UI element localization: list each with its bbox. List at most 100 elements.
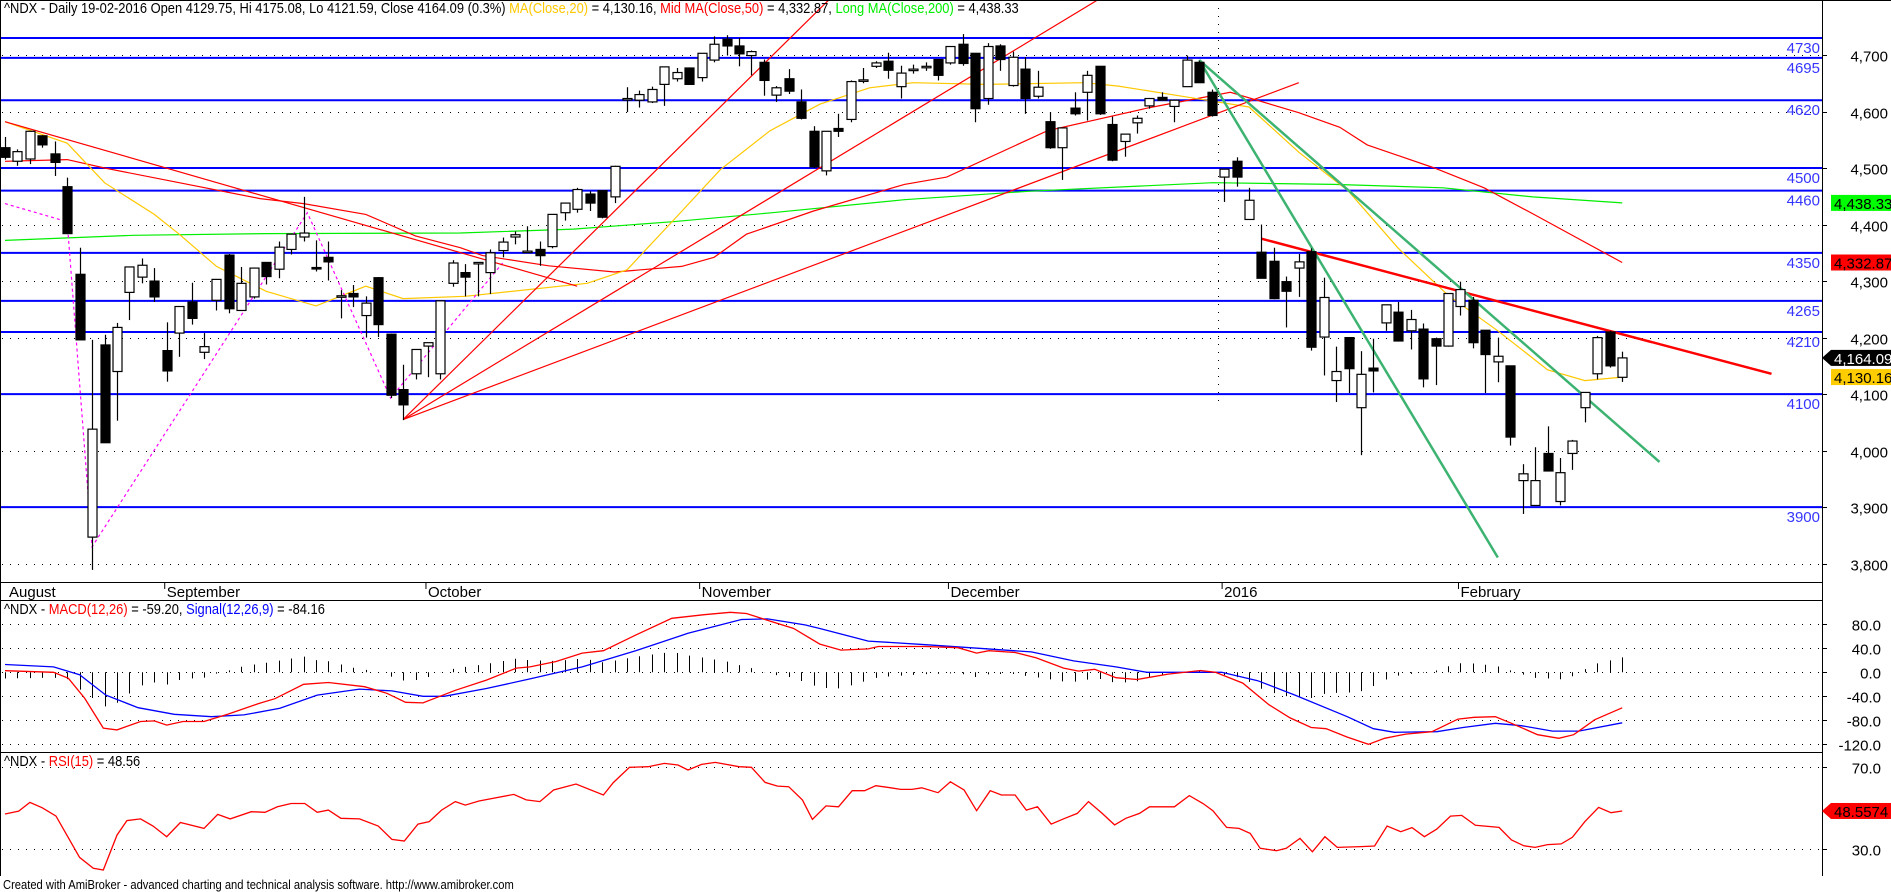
candle-up: [1580, 391, 1591, 409]
candle-up: [299, 232, 310, 238]
candle-up: [336, 295, 347, 298]
candle-down: [958, 43, 969, 65]
candle-down: [1107, 123, 1118, 161]
candle-down: [1095, 65, 1106, 115]
candle-down: [734, 45, 745, 55]
level-label: 4350: [1787, 255, 1820, 272]
price-value-tag-arrow: [1822, 349, 1831, 366]
candle-down: [970, 52, 981, 110]
level-label: 4695: [1787, 60, 1820, 77]
candle-up: [1518, 473, 1529, 482]
symbol-info: ^NDX - Daily 19-02-2016 Open 4129.75, Hi…: [4, 0, 506, 17]
level-label: 4500: [1787, 170, 1820, 187]
footer-credit: Created with AmiBroker - advanced charti…: [3, 877, 514, 892]
candle-down: [100, 344, 111, 444]
candle-down: [597, 190, 608, 218]
candle-up: [1319, 296, 1330, 338]
macd-value: = -59.20,: [131, 601, 183, 618]
rsi-value-tag: 48.5574: [1822, 802, 1891, 821]
candle-down: [149, 280, 160, 298]
candle-up: [610, 165, 621, 198]
candle-down: [1020, 68, 1031, 100]
price-tick-label: 4,300: [1850, 275, 1888, 292]
candle-up: [921, 65, 932, 69]
candle-down: [684, 67, 695, 85]
candle-up: [522, 250, 533, 254]
macd-prefix: ^NDX -: [4, 601, 46, 618]
candle-down: [1269, 260, 1280, 300]
macd-tick-label: -40.0: [1847, 690, 1881, 707]
candle-up: [821, 130, 832, 172]
rsi-value: = 48.56: [96, 753, 141, 770]
signal-line: [4, 618, 1623, 733]
candle-down: [187, 301, 198, 319]
candle-up: [236, 282, 247, 312]
candle-up: [473, 261, 484, 265]
candle-down: [1194, 61, 1205, 84]
candle-up: [510, 234, 521, 238]
rsi-label: RSI(15): [48, 753, 94, 770]
candle-down: [311, 266, 322, 270]
month-label: September: [167, 584, 240, 601]
candle-up: [1144, 97, 1155, 107]
candle-down: [162, 349, 173, 372]
candle-up: [411, 348, 422, 375]
candle-up: [174, 305, 185, 334]
ma200-label: Long MA(Close,200): [835, 0, 954, 17]
candle-down: [995, 45, 1006, 61]
candle-down: [585, 193, 596, 204]
candle-down: [809, 130, 820, 168]
rsi-tick-label: 30.0: [1852, 843, 1881, 860]
rsi-line: [4, 761, 1623, 871]
candle-down: [1543, 452, 1554, 472]
macd-tick-label: -120.0: [1838, 738, 1881, 755]
red-trendline: [1261, 237, 1772, 376]
candle-down: [386, 333, 397, 396]
candle-up: [846, 80, 857, 121]
candle-down: [1431, 338, 1442, 347]
candle-up: [274, 246, 285, 270]
candle-up: [448, 262, 459, 284]
macd-tick-label: 80.0: [1852, 618, 1881, 635]
candle-up: [211, 278, 222, 301]
candle-up: [547, 213, 558, 248]
candle-up: [12, 151, 23, 162]
candle-up: [1443, 292, 1454, 347]
candle-up: [672, 71, 683, 80]
level-label: 4730: [1787, 40, 1820, 57]
candle-down: [759, 61, 770, 82]
candle-down: [1344, 337, 1355, 370]
candle-up: [1356, 373, 1367, 409]
price-chart-header: ^NDX - Daily 19-02-2016 Open 4129.75, Hi…: [4, 0, 1019, 17]
candle-up: [697, 52, 708, 79]
ma20-value: = 4,130.16,: [591, 0, 657, 17]
candle-up: [423, 342, 434, 347]
candle-up: [1294, 261, 1305, 269]
ma20-line: [4, 82, 1623, 382]
amibroker-chart-window: 4,700 4,600 4,500 4,400 4,300 4,200 4,100 4,000…: [0, 0, 1891, 892]
candle-down: [348, 292, 359, 298]
candle-up: [945, 45, 956, 64]
candle-up: [485, 252, 496, 274]
candle-down: [1157, 96, 1168, 101]
candle-up: [1555, 472, 1566, 503]
price-tick-label: 4,400: [1850, 219, 1888, 236]
candle-down: [1468, 299, 1479, 344]
candle-down: [1232, 160, 1243, 178]
level-label: 4460: [1787, 193, 1820, 210]
price-tick-label: 4,100: [1850, 388, 1888, 405]
candle-up: [896, 72, 907, 88]
candle-down: [1418, 328, 1429, 380]
candle-down: [1256, 251, 1267, 279]
candle-down: [1368, 367, 1379, 372]
price-tick-label: 3,900: [1850, 501, 1888, 518]
candle-down: [1, 147, 11, 158]
chart-canvas[interactable]: 4,700 4,600 4,500 4,400 4,300 4,200 4,100 4,000…: [0, 0, 1891, 892]
month-label: 2016: [1224, 584, 1257, 601]
candle-up: [1169, 99, 1180, 108]
month-label: October: [428, 584, 481, 601]
candle-down: [796, 101, 807, 119]
price-value-tag-text: 4,332.87: [1834, 256, 1891, 273]
candle-down: [1605, 331, 1616, 367]
candle-up: [1455, 288, 1466, 308]
